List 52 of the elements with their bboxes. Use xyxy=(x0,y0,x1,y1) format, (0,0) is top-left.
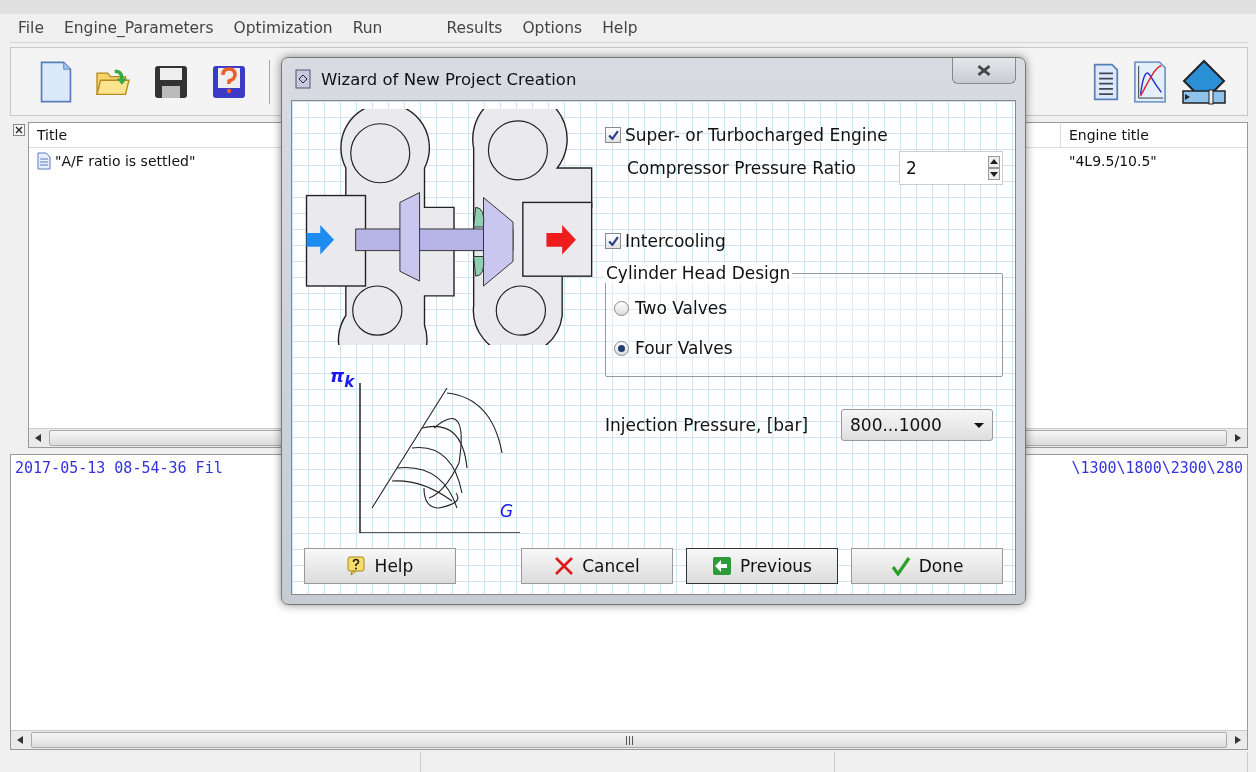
column-header[interactable]: Title xyxy=(29,123,75,148)
check-icon xyxy=(890,556,911,576)
radio-button[interactable]: Two Valves xyxy=(614,298,994,318)
help-icon xyxy=(346,556,367,576)
close-button[interactable] xyxy=(952,58,1016,84)
cross-icon xyxy=(554,556,575,576)
grip-icon xyxy=(624,735,634,745)
axis-label: π$_{k}$ xyxy=(330,365,355,391)
spin-up-icon[interactable] xyxy=(988,156,1000,168)
field-label: Compressor Pressure Ratio xyxy=(627,158,856,178)
group-title: Cylinder Head Design xyxy=(604,263,793,283)
save-icon[interactable] xyxy=(153,63,189,100)
wizard-icon xyxy=(295,69,311,89)
scroll-left-icon[interactable] xyxy=(17,736,23,745)
menu-item[interactable]: Help xyxy=(602,18,638,37)
check-icon xyxy=(607,129,619,141)
checkbox[interactable]: Super- or Turbocharged Engine xyxy=(605,125,1003,145)
list-cell[interactable]: "4L9.5/10.5" xyxy=(1061,152,1247,171)
number-field[interactable]: 2 xyxy=(899,151,1003,185)
horizontal-scrollbar[interactable] xyxy=(11,730,1247,750)
scrollbar-thumb[interactable] xyxy=(31,732,1227,749)
menu-item[interactable]: File xyxy=(18,18,44,37)
radio-button[interactable]: Four Valves xyxy=(614,338,994,358)
column-header[interactable]: Engine title xyxy=(1060,123,1247,148)
cancel-button[interactable]: Cancel xyxy=(521,548,673,584)
menu-item[interactable]: Run xyxy=(352,18,383,37)
scroll-right-icon[interactable] xyxy=(1235,433,1241,442)
new-document-icon[interactable] xyxy=(39,59,73,104)
menu-item[interactable]: Results xyxy=(446,18,503,37)
document-icon xyxy=(37,152,51,171)
check-icon xyxy=(607,235,619,247)
menu-item[interactable]: Optimization xyxy=(233,18,333,37)
done-button[interactable]: Done xyxy=(851,548,1003,584)
chart-document-icon[interactable] xyxy=(1133,59,1167,104)
close-icon[interactable] xyxy=(13,124,25,137)
menu-item[interactable]: Engine_Parameters xyxy=(63,18,214,37)
previous-button[interactable]: Previous xyxy=(686,548,838,584)
log-text: \1300\1800\2300\280 xyxy=(1071,458,1243,477)
spin-down-icon[interactable] xyxy=(988,168,1000,180)
dialog-title: Wizard of New Project Creation xyxy=(321,69,577,89)
list-cell[interactable]: "A/F ratio is settled" xyxy=(55,153,196,170)
scroll-right-icon[interactable] xyxy=(1235,736,1241,745)
save-help-icon[interactable] xyxy=(211,63,247,100)
log-text: 2017-05-13 08-54-36 Fil xyxy=(15,458,223,477)
dropdown[interactable]: 800...1000 xyxy=(841,409,993,441)
checkbox[interactable]: Intercooling xyxy=(605,231,1003,251)
scroll-left-icon[interactable] xyxy=(35,433,41,442)
axis-label: G xyxy=(500,501,514,521)
field-label: Injection Pressure, [bar] xyxy=(605,415,809,435)
help-button[interactable]: Help xyxy=(304,548,456,584)
menu-item[interactable]: Options xyxy=(522,18,583,37)
close-icon xyxy=(977,65,991,76)
